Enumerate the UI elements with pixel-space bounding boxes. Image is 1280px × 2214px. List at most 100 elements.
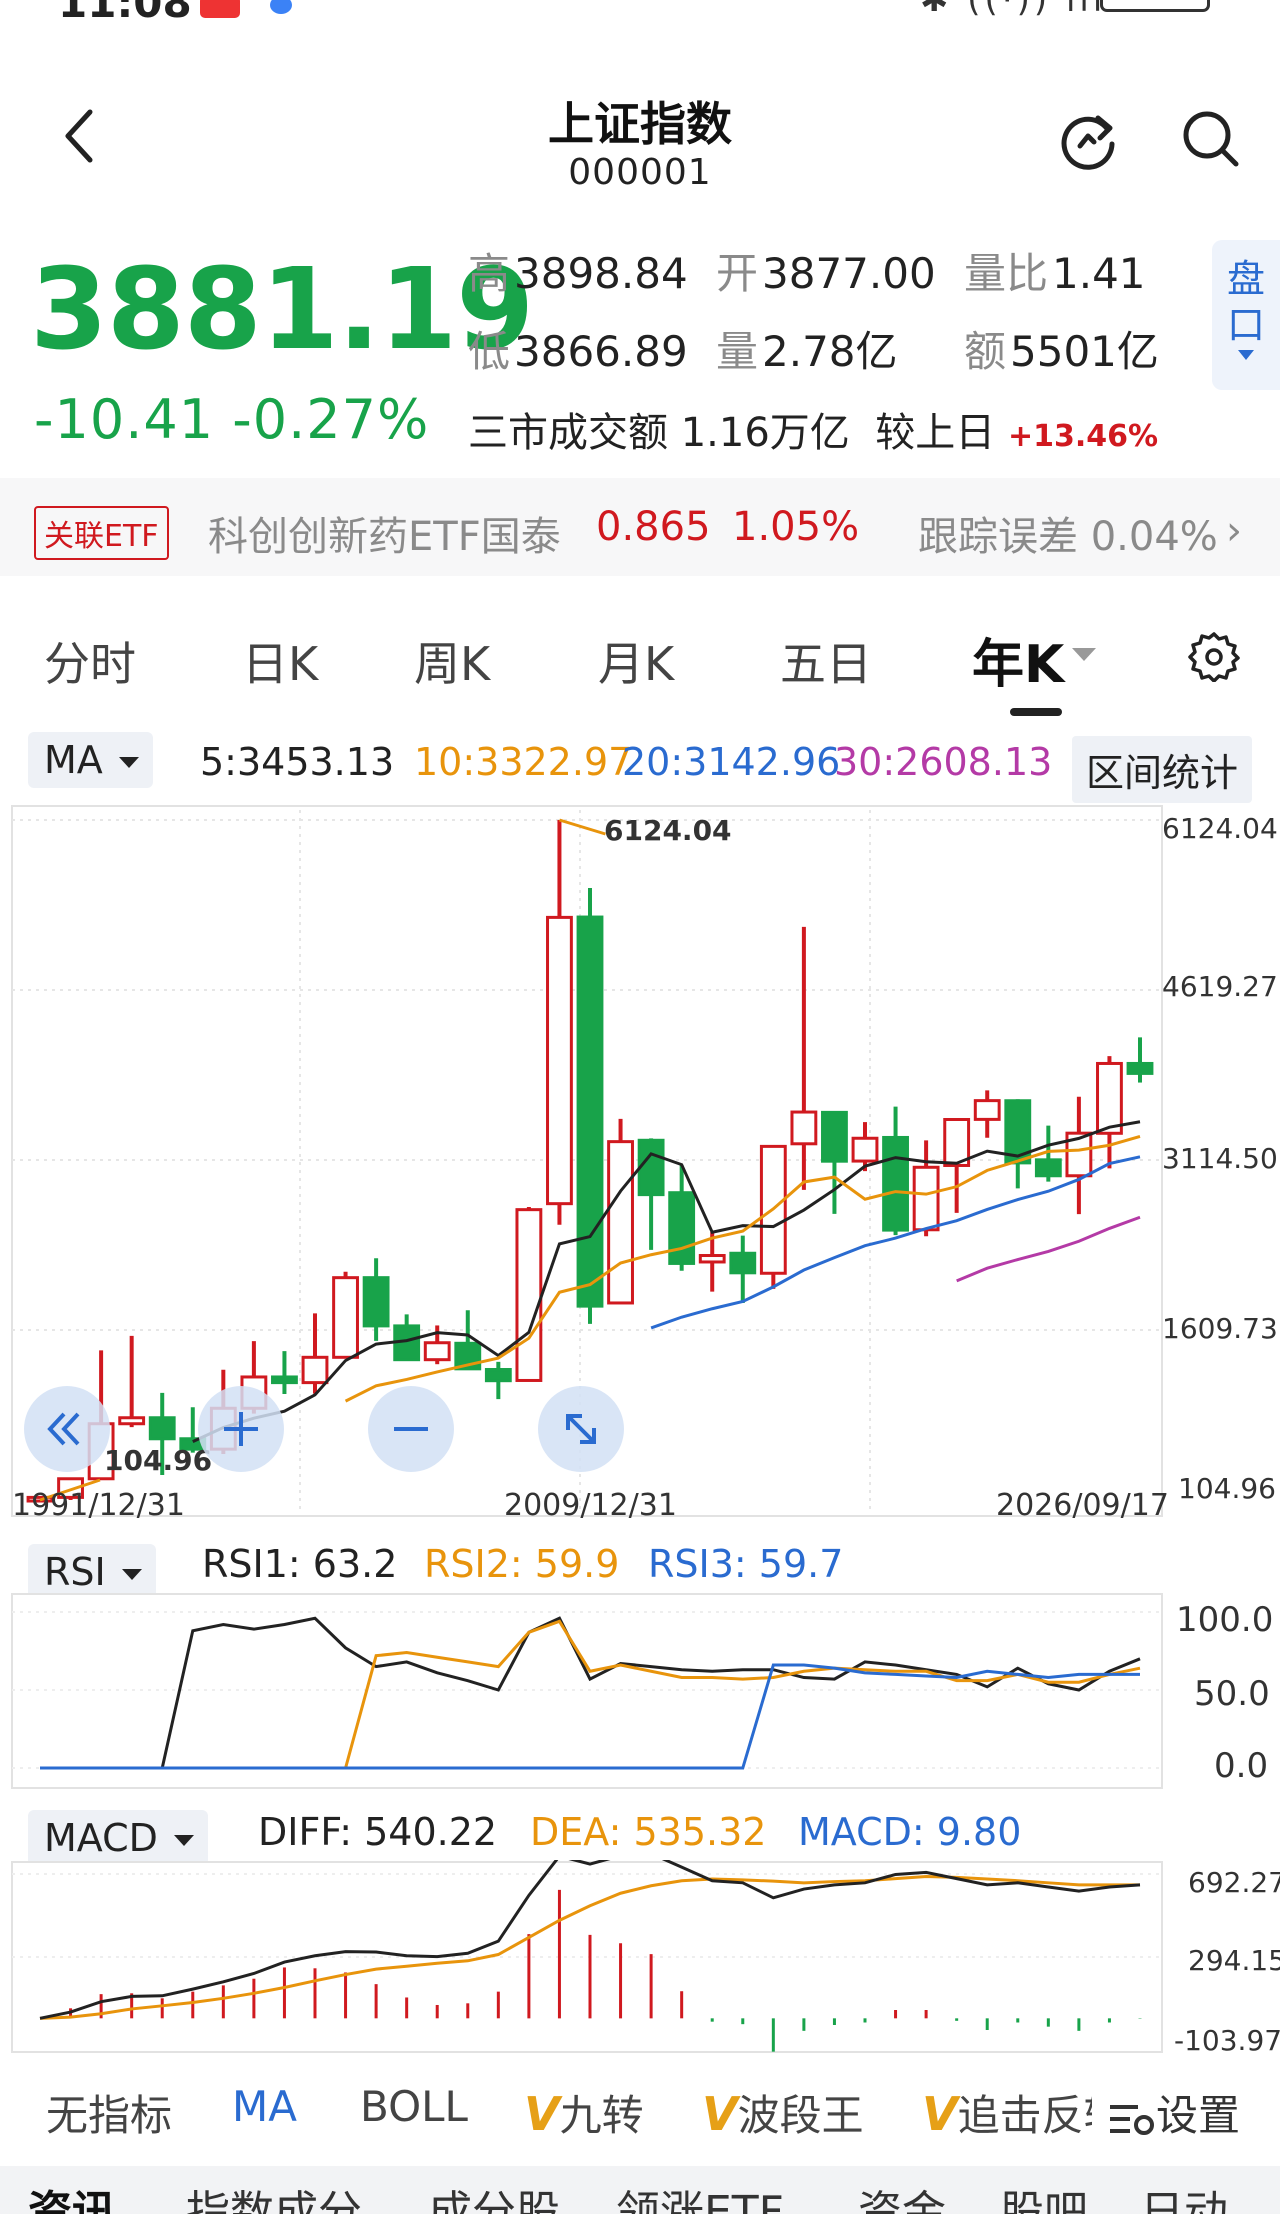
zoom-in-button[interactable] [198, 1386, 284, 1472]
candle-body [362, 1276, 390, 1328]
candle-body [301, 1355, 329, 1385]
candle-body [607, 1140, 634, 1305]
macd-value-legend: MACD: 9.80 [798, 1810, 1022, 1854]
scroll-left-button[interactable] [24, 1386, 110, 1472]
candle-body [1034, 1158, 1062, 1178]
tracking-label: 跟踪误差 [918, 514, 1078, 560]
related-etf-bar[interactable]: 关联ETF 科创创新药ETF国泰 0.865 1.05% 跟踪误差 0.04% … [0, 478, 1280, 576]
range-stats-button[interactable]: 区间统计 [1072, 736, 1253, 803]
stat-label: 量 [716, 327, 759, 376]
stat-value: 2.78亿 [762, 327, 898, 376]
refresh-icon[interactable] [1058, 108, 1120, 170]
caret-down-icon [1072, 648, 1096, 661]
ma-selector[interactable]: MA [28, 732, 153, 788]
etf-price: 0.865 [596, 504, 711, 550]
indicator-chase-reversal[interactable]: V追击反转 [922, 2082, 1092, 2143]
price-change: -10.41 -0.27% [34, 388, 429, 451]
x-axis-label: 2026/09/17 [996, 1488, 1169, 1523]
notification-icon [200, 0, 240, 18]
content-tab-leading-etf[interactable]: 领涨ETF [616, 2176, 784, 2214]
candle-body [790, 1110, 818, 1146]
pankou-label: 盘口 [1226, 257, 1265, 347]
indicator-none[interactable]: 无指标 [46, 2082, 172, 2143]
change-percent: -0.27% [232, 388, 430, 451]
search-icon[interactable] [1180, 108, 1242, 170]
settings-label: 设置 [1156, 2091, 1241, 2140]
content-tab-capital[interactable]: 资金 [858, 2176, 946, 2214]
tab-monthly-k[interactable]: 月K [598, 628, 674, 694]
status-bar: 11:08 ✱ ((·)) ıll [0, 0, 1280, 28]
tab-daily-k[interactable]: 日K [242, 628, 318, 694]
content-tab-stocks[interactable]: 成分股 [428, 2176, 560, 2214]
current-price: 3881.19 [30, 245, 534, 375]
candle-body [729, 1251, 757, 1275]
signal-icon: ✱ ((·)) ıll [920, 0, 1107, 20]
rsi-selector-label: RSI [44, 1550, 106, 1594]
status-time: 11:08 [58, 0, 192, 27]
stat-high: 高3898.84 [468, 240, 688, 301]
candle-body [515, 1208, 543, 1382]
macd-selector[interactable]: MACD [28, 1810, 208, 1866]
fullscreen-button[interactable] [538, 1386, 624, 1472]
candle-body [882, 1135, 909, 1232]
stat-value: 3877.00 [762, 249, 936, 298]
kline-chart[interactable] [0, 800, 1280, 1530]
chevron-right-icon: › [1226, 508, 1242, 554]
gear-icon[interactable] [1188, 630, 1240, 682]
candle-body [637, 1138, 665, 1197]
stat-label: 额 [964, 327, 1007, 376]
ma20-legend: 20:3142.96 [622, 740, 841, 784]
min-price-label: 104.96 [104, 1444, 213, 1477]
rsi-chart [11, 1593, 1163, 1789]
settings-list-icon [1110, 2104, 1154, 2135]
zoom-out-button[interactable] [368, 1386, 454, 1472]
ma30-legend: 30:2608.13 [834, 740, 1053, 784]
candle-body [576, 915, 604, 1308]
content-tab-forum[interactable]: 股吧 [1000, 2176, 1088, 2214]
turnover-value: 1.16万亿 [680, 410, 850, 456]
y-axis-label: 4619.27 [1162, 970, 1278, 1003]
v-icon: V [524, 2087, 560, 2141]
indicator-label: 九转 [559, 2091, 644, 2140]
ma10-legend: 10:3322.97 [414, 740, 633, 784]
indicator-settings-button[interactable]: 设置 [1108, 2082, 1240, 2143]
y-axis-label: 1609.73 [1162, 1312, 1278, 1345]
caret-down-icon [173, 1835, 194, 1846]
etf-tag: 关联ETF [34, 506, 169, 560]
content-tab-components[interactable]: 指数成分 [186, 2176, 362, 2214]
max-price-label: 6124.04 [604, 814, 732, 847]
tab-intraday[interactable]: 分时 [44, 628, 136, 694]
active-tab-indicator [1010, 708, 1062, 716]
stat-volume: 量2.78亿 [716, 318, 898, 379]
ma5-legend: 5:3453.13 [200, 740, 395, 784]
stat-volume-ratio: 量比1.41 [964, 240, 1146, 301]
macd-y-label: -103.97 [1174, 2024, 1280, 2057]
stat-low: 低3866.89 [468, 318, 688, 379]
indicator-boll[interactable]: BOLL [360, 2082, 468, 2131]
tab-five-day[interactable]: 五日 [780, 628, 872, 694]
indicator-wave-king[interactable]: V波段王 [702, 2082, 864, 2143]
content-tab-more[interactable]: 日动 [1140, 2176, 1228, 2214]
pankou-button[interactable]: 盘口 [1212, 240, 1280, 390]
chevron-down-icon [1238, 350, 1254, 360]
candle-body [423, 1341, 451, 1362]
indicator-nine-turn[interactable]: V九转 [524, 2082, 644, 2143]
double-chevron-left-icon [47, 1412, 80, 1446]
macd-y-label: 294.15 [1188, 1944, 1280, 1977]
macd-diff-legend: DIFF: 540.22 [258, 1810, 498, 1854]
stat-value: 3866.89 [514, 327, 688, 376]
v-icon: V [922, 2087, 958, 2141]
minus-icon [394, 1427, 428, 1431]
indicator-ma[interactable]: MA [232, 2082, 297, 2131]
tab-weekly-k[interactable]: 周K [414, 628, 490, 694]
etf-name: 科创创新药ETF国泰 [208, 514, 561, 560]
expand-icon [566, 1414, 596, 1444]
tab-yearly-k[interactable]: 年K [972, 622, 1064, 697]
content-tab-news[interactable]: 资讯 [28, 2176, 116, 2214]
macd-dea-legend: DEA: 535.32 [530, 1810, 767, 1854]
stat-amount: 额5501亿 [964, 318, 1159, 379]
candle-body [484, 1368, 512, 1383]
vs-prev-label: 较上日 [875, 410, 996, 456]
macd-selector-label: MACD [44, 1816, 158, 1860]
stat-label: 高 [468, 249, 511, 298]
